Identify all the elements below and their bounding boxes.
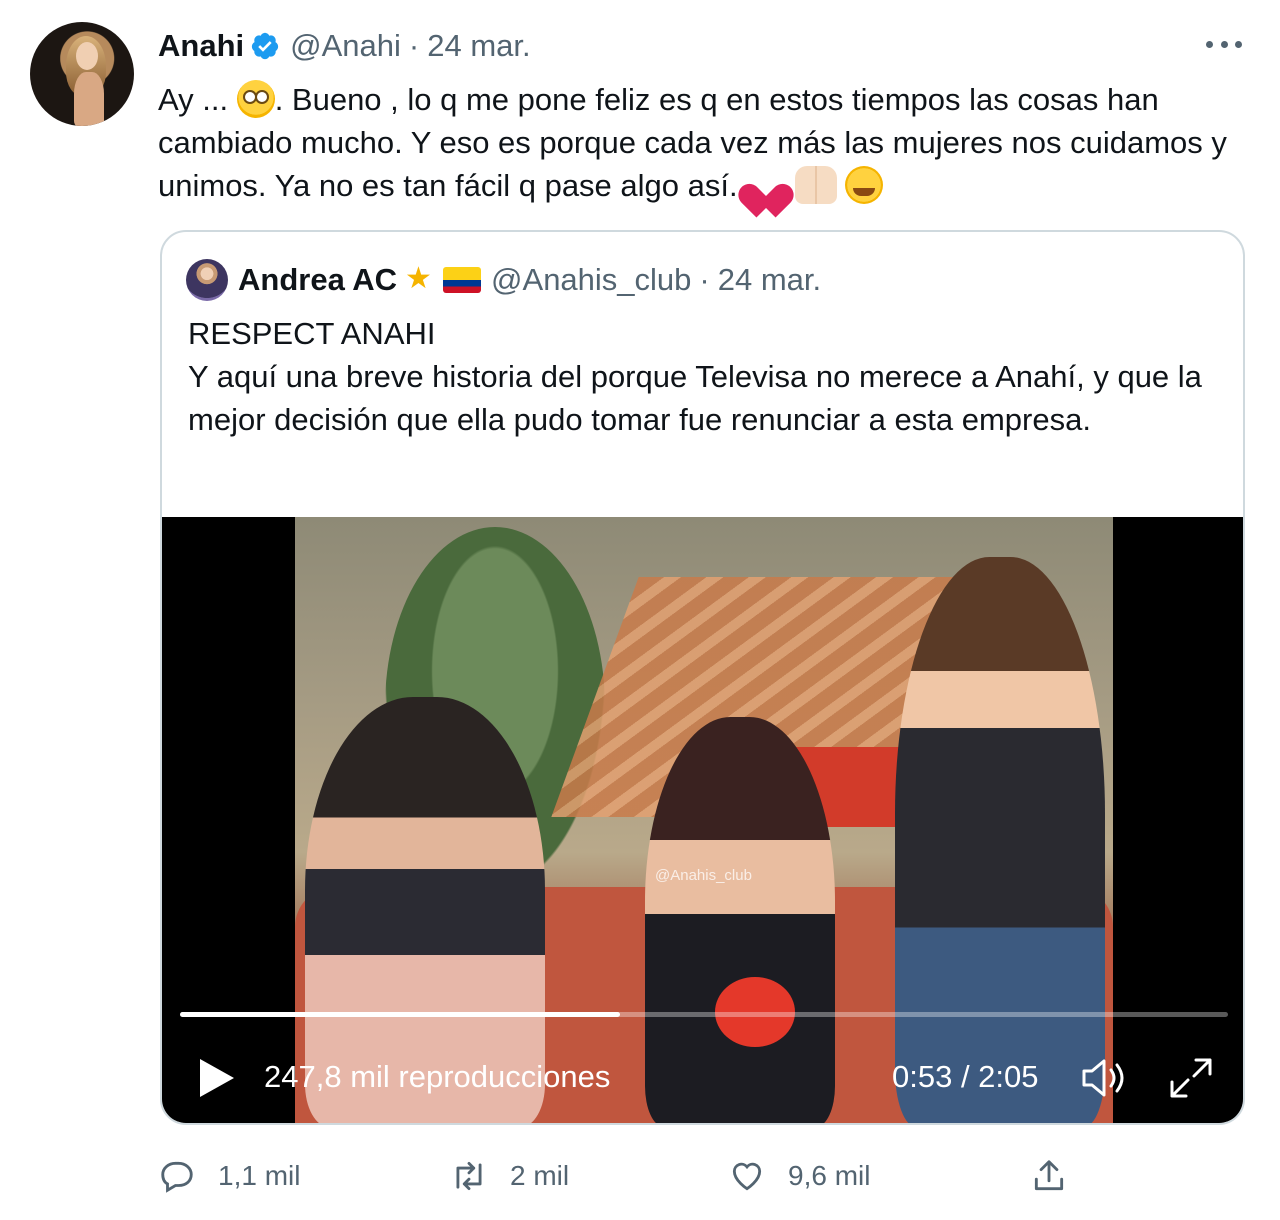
tweet-text: Ay ... . Bueno , lo q me pone feliz es q… — [158, 78, 1238, 207]
quoted-text-line1: RESPECT ANAHI — [188, 316, 436, 351]
video-frame: @Anahis_club — [295, 517, 1113, 1123]
video-progress-bar[interactable] — [180, 1012, 1228, 1017]
tweet-text-part1: Ay ... — [158, 82, 237, 117]
smiling-hearts-emoji-icon — [845, 166, 884, 204]
sparkling-heart-emoji-icon — [746, 166, 786, 204]
quoted-tweet[interactable]: Andrea AC @Anahis_club · 24 mar. RESPECT… — [160, 230, 1245, 1125]
video-player[interactable]: @Anahis_club 247,8 mil reproducciones 0:… — [162, 517, 1243, 1123]
retweet-count: 2 mil — [510, 1160, 570, 1191]
separator-dot: · — [408, 28, 420, 63]
colombia-flag-icon — [443, 267, 482, 293]
like-button[interactable]: 9,6 mil — [728, 1150, 870, 1202]
quoted-tweet-date[interactable]: 24 mar. — [718, 262, 821, 298]
video-progress-fill — [180, 1012, 621, 1017]
author-avatar[interactable] — [30, 22, 134, 126]
video-watermark: @Anahis_club — [655, 867, 752, 884]
reply-icon — [161, 1161, 193, 1193]
retweet-button[interactable]: 2 mil — [450, 1150, 569, 1202]
tweet-text-part2: . Bueno , lo q me pone feliz es q en est… — [158, 82, 1227, 203]
author-name[interactable]: Anahi — [158, 28, 244, 64]
like-count: 9,6 mil — [788, 1160, 871, 1191]
retweet-icon — [456, 1161, 482, 1191]
quoted-author-avatar[interactable] — [186, 259, 228, 301]
author-handle[interactable]: @Anahi — [290, 28, 401, 64]
play-icon[interactable] — [196, 1055, 238, 1101]
volume-icon[interactable] — [1080, 1055, 1132, 1101]
quoted-author-name[interactable]: Andrea AC — [238, 262, 397, 298]
tweet-date[interactable]: 24 mar. — [427, 28, 530, 64]
quoted-text-line2: Y aquí una breve historia del porque Tel… — [188, 359, 1202, 437]
more-options-icon[interactable] — [1206, 34, 1242, 54]
tweet-actions: 1,1 mil 2 mil 9,6 mil — [158, 1150, 1078, 1202]
rolling-eyes-emoji-icon — [236, 80, 275, 118]
reply-count: 1,1 mil — [218, 1160, 301, 1191]
verified-badge-icon — [250, 31, 280, 61]
separator-dot: · — [699, 262, 710, 297]
reply-button[interactable]: 1,1 mil — [158, 1150, 300, 1202]
share-button[interactable] — [1030, 1150, 1090, 1202]
star-emoji-icon — [401, 261, 435, 297]
view-count: 247,8 mil reproducciones — [264, 1059, 611, 1094]
quoted-tweet-header: Andrea AC @Anahis_club · 24 mar. — [186, 258, 821, 302]
fullscreen-icon[interactable] — [1166, 1055, 1216, 1101]
share-icon — [1034, 1160, 1064, 1191]
video-time: 0:53 / 2:05 — [892, 1059, 1039, 1094]
quoted-author-handle[interactable]: @Anahis_club — [491, 262, 691, 298]
tweet-header: Anahi @Anahi · 24 mar. — [158, 26, 531, 66]
raising-hands-emoji-icon — [794, 166, 837, 204]
quoted-tweet-text: RESPECT ANAHI Y aquí una breve historia … — [188, 312, 1218, 441]
heart-icon — [732, 1162, 762, 1191]
